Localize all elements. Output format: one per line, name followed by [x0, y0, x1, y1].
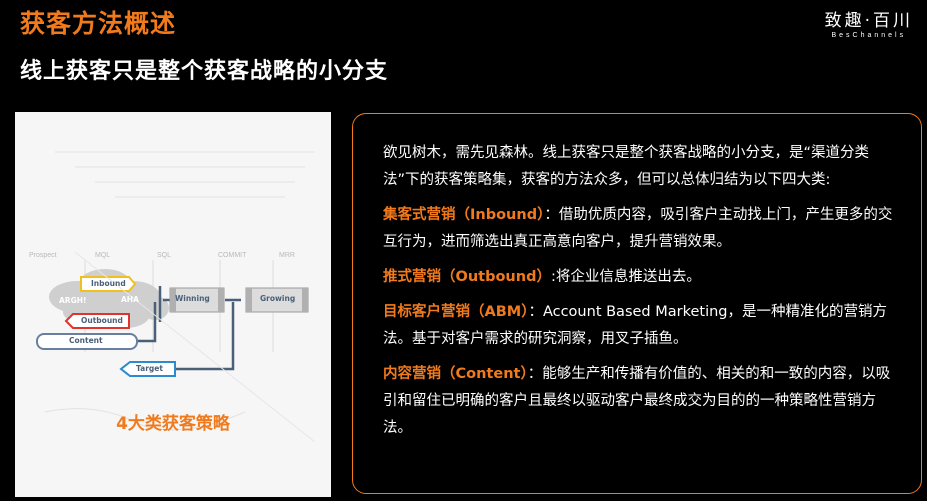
- method-item-inbound: 集客式营销（Inbound）：借助优质内容，吸引客户主动找上门，产生更多的交互行…: [383, 202, 897, 256]
- intro-paragraph: 欲见树木，需先见森林。线上获客只是整个获客战略的小分支，是“渠道分类法”下的获客…: [383, 145, 870, 188]
- target-label: Target: [136, 364, 163, 373]
- method-text: 将企业信息推送出去。: [555, 269, 701, 285]
- method-separator: ：: [528, 304, 543, 320]
- stage-label-commit: COMMIT: [218, 252, 247, 259]
- logo-main-text: 致趣·百川: [824, 11, 913, 31]
- stage-label-mrr: MRR: [279, 252, 295, 259]
- method-label: 内容营销（Content）: [383, 366, 528, 382]
- method-item-outbound: 推式营销（Outbound）:将企业信息推送出去。: [383, 264, 897, 291]
- content-label: Content: [69, 336, 103, 345]
- logo-sub-text: BesChannels: [831, 32, 907, 39]
- stage-label-sql: SQL: [157, 252, 172, 259]
- method-label: 推式营销（Outbound）: [383, 269, 551, 285]
- method-item-content: 内容营销（Content）：能够生产和传播有价值的、相关的和一致的内容，以吸引和…: [383, 361, 897, 442]
- methods-description-panel: 欲见树木，需先见森林。线上获客只是整个获客战略的小分支，是“渠道分类法”下的获客…: [352, 113, 922, 494]
- page-subtitle: 线上获客只是整个获客战略的小分支: [20, 59, 389, 84]
- brand-logo: 致趣·百川 BesChannels: [825, 6, 913, 39]
- inbound-label: Inbound: [91, 279, 126, 288]
- stage-label-prospect: Prospect: [29, 252, 57, 259]
- strategy-diagram-panel: Prospect MQL SQL COMMIT MRR ARGH! AHA In…: [15, 112, 331, 497]
- method-item-abm: 目标客户营销（ABM）：Account Based Marketing，是一种精…: [383, 299, 897, 353]
- method-label: 集客式营销（Inbound）: [383, 207, 545, 223]
- winning-label: Winning: [175, 294, 210, 303]
- outbound-label: Outbound: [81, 316, 123, 325]
- growing-label: Growing: [260, 294, 296, 303]
- method-separator: ：: [527, 366, 543, 382]
- diagram-caption: 4大类获客策略: [116, 414, 230, 434]
- cloud-label-argh: ARGH!: [59, 296, 87, 305]
- method-separator: ：: [544, 207, 559, 223]
- method-label: 目标客户营销（ABM）: [383, 304, 529, 320]
- page-title: 获客方法概述: [20, 9, 177, 38]
- cloud-label-aha: AHA: [121, 295, 139, 304]
- stage-label-mql: MQL: [95, 252, 111, 259]
